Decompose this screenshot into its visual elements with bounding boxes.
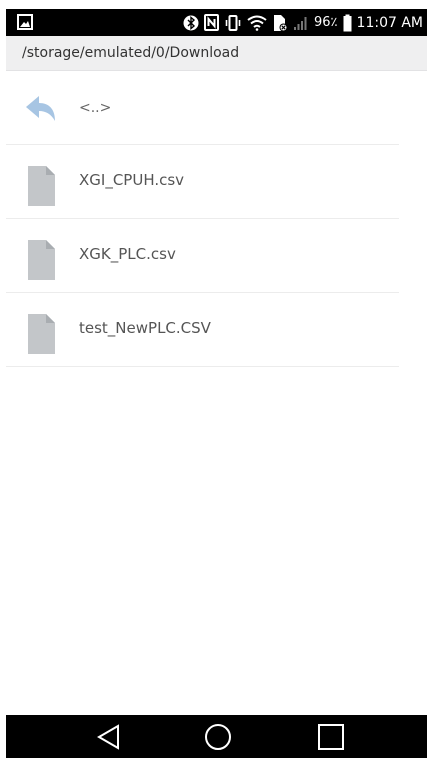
list-item-label: XGI_CPUH.csv xyxy=(79,171,185,189)
home-circle-icon xyxy=(205,724,231,750)
status-bar: 96٪ 11:07 AM xyxy=(6,9,427,36)
image-icon xyxy=(17,14,33,30)
vibrate-icon xyxy=(224,14,242,31)
file-icon xyxy=(24,314,58,354)
battery-percent: 96٪ xyxy=(314,15,338,30)
file-list: <..> XGI_CPUH.csv XGK_PLC.csv test_NewPL… xyxy=(6,71,399,367)
screen: 96٪ 11:07 AM /storage/emulated/0/Downloa… xyxy=(0,0,427,758)
recents-button[interactable] xyxy=(316,723,346,751)
recents-square-icon xyxy=(318,724,344,750)
home-button[interactable] xyxy=(203,723,233,751)
list-item-parent-directory[interactable]: <..> xyxy=(6,71,399,145)
path-bar: /storage/emulated/0/Download xyxy=(6,36,427,71)
list-item-label: XGK_PLC.csv xyxy=(79,245,176,263)
no-sim-icon xyxy=(272,14,288,32)
back-triangle-icon xyxy=(97,724,119,750)
wifi-icon xyxy=(247,15,267,31)
navigation-bar xyxy=(6,715,427,758)
list-item-label: <..> xyxy=(79,100,112,116)
status-icons: 96٪ 11:07 AM xyxy=(183,9,423,36)
battery-icon xyxy=(343,14,352,32)
bluetooth-icon xyxy=(183,15,199,31)
list-item-label: test_NewPLC.CSV xyxy=(79,319,211,337)
current-path: /storage/emulated/0/Download xyxy=(22,45,240,61)
back-button[interactable] xyxy=(94,723,124,751)
list-item-file[interactable]: XGK_PLC.csv xyxy=(6,219,399,293)
list-item-file[interactable]: XGI_CPUH.csv xyxy=(6,145,399,219)
file-icon xyxy=(24,240,58,280)
list-item-file[interactable]: test_NewPLC.CSV xyxy=(6,293,399,367)
nfc-icon xyxy=(204,14,220,31)
clock: 11:07 AM xyxy=(356,14,423,31)
file-icon xyxy=(24,166,58,206)
back-arrow-icon xyxy=(24,92,58,126)
signal-icon xyxy=(293,15,309,31)
